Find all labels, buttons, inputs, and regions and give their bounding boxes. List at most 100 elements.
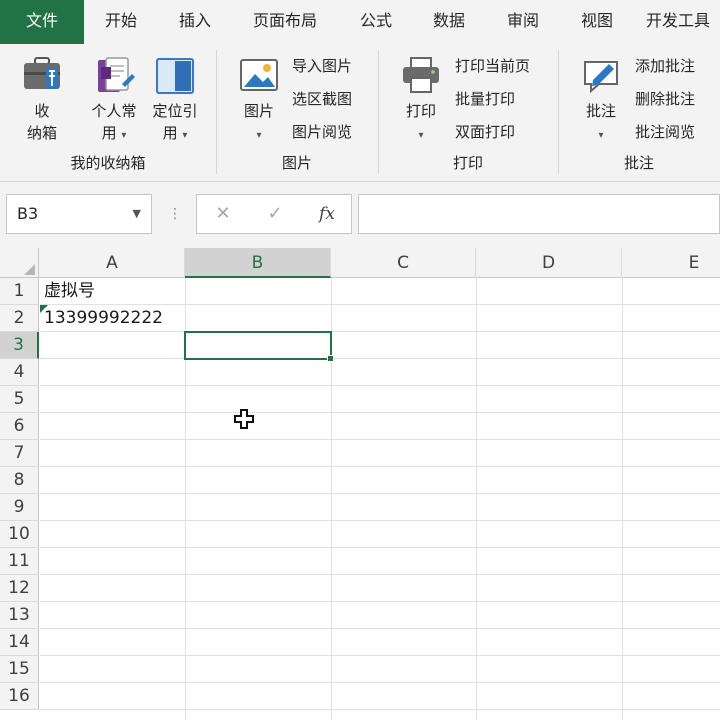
grid-line <box>40 682 720 683</box>
row-header-2[interactable]: 2 <box>0 305 39 332</box>
chevron-down-icon: ▾ <box>418 130 424 141</box>
row-header-9[interactable]: 9 <box>0 494 39 521</box>
print-button[interactable]: 打印 ▾ <box>398 54 444 147</box>
grid-line <box>40 385 720 386</box>
column-header-b[interactable]: B <box>185 248 331 278</box>
chevron-down-icon: ▾ <box>121 130 127 141</box>
collect-box-label-2: 纳箱 <box>26 124 57 142</box>
selection-screenshot-button[interactable]: 选区截图 <box>292 87 352 111</box>
comment-pencil-icon <box>584 61 618 94</box>
locate-reference-button[interactable]: 定位引 用 ▾ <box>146 54 204 147</box>
tab-insert[interactable]: 插入 <box>166 0 224 44</box>
row-header-4[interactable]: 4 <box>0 359 39 386</box>
import-picture-button[interactable]: 导入图片 <box>292 54 352 78</box>
column-header-d[interactable]: D <box>476 248 622 278</box>
column-header-c[interactable]: C <box>331 248 476 278</box>
row-header-14[interactable]: 14 <box>0 629 39 656</box>
column-header-a[interactable]: A <box>40 248 185 278</box>
formula-input[interactable] <box>358 194 720 234</box>
picture-button[interactable]: 图片 ▾ <box>236 54 282 147</box>
cell-a1[interactable]: 虚拟号 <box>40 278 185 305</box>
row-header-16[interactable]: 16 <box>0 683 39 710</box>
row-header-10[interactable]: 10 <box>0 521 39 548</box>
delete-comment-button[interactable]: 删除批注 <box>635 87 695 111</box>
picture-icon <box>240 59 278 91</box>
tab-formulas[interactable]: 公式 <box>348 0 404 44</box>
picture-browse-button[interactable]: 图片阅览 <box>292 120 352 144</box>
panel-layout-icon <box>156 58 194 94</box>
grid-line <box>40 655 720 656</box>
locate-reference-label-1: 定位引 <box>152 102 198 120</box>
comment-label: 批注 <box>585 102 616 120</box>
personal-favorites-button[interactable]: 个人常 用 ▾ <box>84 54 144 147</box>
group-label-comments: 批注 <box>623 154 654 172</box>
row-header-8[interactable]: 8 <box>0 467 39 494</box>
grid-line <box>40 466 720 467</box>
row-header-1[interactable]: 1 <box>0 278 39 305</box>
column-header-row: A B C D E <box>0 248 720 278</box>
formula-buttons: ✕ ✓ fx <box>196 194 352 234</box>
grid-line <box>622 278 623 720</box>
tab-file[interactable]: 文件 <box>0 0 84 44</box>
collect-box-label-1: 收 <box>34 102 50 120</box>
fill-handle[interactable] <box>327 355 334 362</box>
personal-favorites-label-1: 个人常 <box>91 102 137 120</box>
formula-bar: B3 ▼ ⋮ ✕ ✓ fx <box>0 182 720 248</box>
row-header-3[interactable]: 3 <box>0 332 39 359</box>
row-header-12[interactable]: 12 <box>0 575 39 602</box>
grid-line <box>40 709 720 710</box>
chevron-down-icon[interactable]: ▼ <box>133 195 141 233</box>
comment-button[interactable]: 批注 ▾ <box>578 54 624 147</box>
print-label: 打印 <box>405 102 436 120</box>
tab-page-layout[interactable]: 页面布局 <box>240 0 330 44</box>
confirm-icon[interactable]: ✓ <box>255 195 295 233</box>
spreadsheet-grid[interactable]: A B C D E 1 2 3 4 5 6 7 8 9 10 11 12 13 14 15 16 虚拟号 13… <box>0 248 720 720</box>
group-separator <box>558 50 559 174</box>
picture-label: 图片 <box>243 102 274 120</box>
insert-function-button[interactable]: fx <box>307 195 347 233</box>
cell-a2[interactable]: 13399992222 <box>40 305 185 332</box>
grid-line <box>40 358 720 359</box>
tab-view[interactable]: 视图 <box>568 0 626 44</box>
print-current-page-button[interactable]: 打印当前页 <box>455 54 530 78</box>
resize-handle[interactable]: ⋮ <box>168 202 182 226</box>
cell-a2-value: 13399992222 <box>44 308 163 328</box>
duplex-print-button[interactable]: 双面打印 <box>455 120 515 144</box>
row-header-5[interactable]: 5 <box>0 386 39 413</box>
chevron-down-icon: ▾ <box>182 130 188 141</box>
chevron-down-icon: ▾ <box>256 130 262 141</box>
notebook-icon <box>98 57 135 92</box>
column-header-e[interactable]: E <box>622 248 720 278</box>
group-label-print: 打印 <box>452 154 483 172</box>
row-header-7[interactable]: 7 <box>0 440 39 467</box>
ribbon-tab-bar: 文件 开始 插入 页面布局 公式 数据 审阅 视图 开发工具 <box>0 0 720 44</box>
tab-home[interactable]: 开始 <box>92 0 150 44</box>
row-header-11[interactable]: 11 <box>0 548 39 575</box>
row-header-15[interactable]: 15 <box>0 656 39 683</box>
toolbox-icon <box>24 57 60 89</box>
active-cell-selection[interactable] <box>184 331 334 362</box>
name-box[interactable]: B3 ▼ <box>6 194 152 234</box>
group-separator <box>216 50 217 174</box>
cancel-icon[interactable]: ✕ <box>203 195 243 233</box>
select-all-corner[interactable] <box>0 248 39 278</box>
add-comment-button[interactable]: 添加批注 <box>635 54 695 78</box>
grid-line <box>40 520 720 521</box>
cell-select-cursor-icon <box>234 409 254 429</box>
tab-data[interactable]: 数据 <box>420 0 478 44</box>
group-label-storage: 我的收纳箱 <box>70 154 146 172</box>
grid-line <box>40 412 720 413</box>
number-as-text-indicator <box>40 305 48 313</box>
locate-reference-label-2: 用 <box>162 124 178 142</box>
row-header-6[interactable]: 6 <box>0 413 39 440</box>
group-label-pictures: 图片 <box>281 154 312 172</box>
ribbon: 收 纳箱 个人常 用 ▾ 定位引 用 ▾ 我的收纳箱 图片 ▾ 导入图片 选区截… <box>0 44 720 182</box>
collect-box-button[interactable]: 收 纳箱 <box>14 54 70 144</box>
browse-comments-button[interactable]: 批注阅览 <box>635 120 695 144</box>
batch-print-button[interactable]: 批量打印 <box>455 87 515 111</box>
tab-review[interactable]: 审阅 <box>494 0 552 44</box>
tab-developer[interactable]: 开发工具 <box>646 0 720 44</box>
row-header-13[interactable]: 13 <box>0 602 39 629</box>
grid-line <box>40 547 720 548</box>
personal-favorites-label-2: 用 <box>101 124 117 142</box>
